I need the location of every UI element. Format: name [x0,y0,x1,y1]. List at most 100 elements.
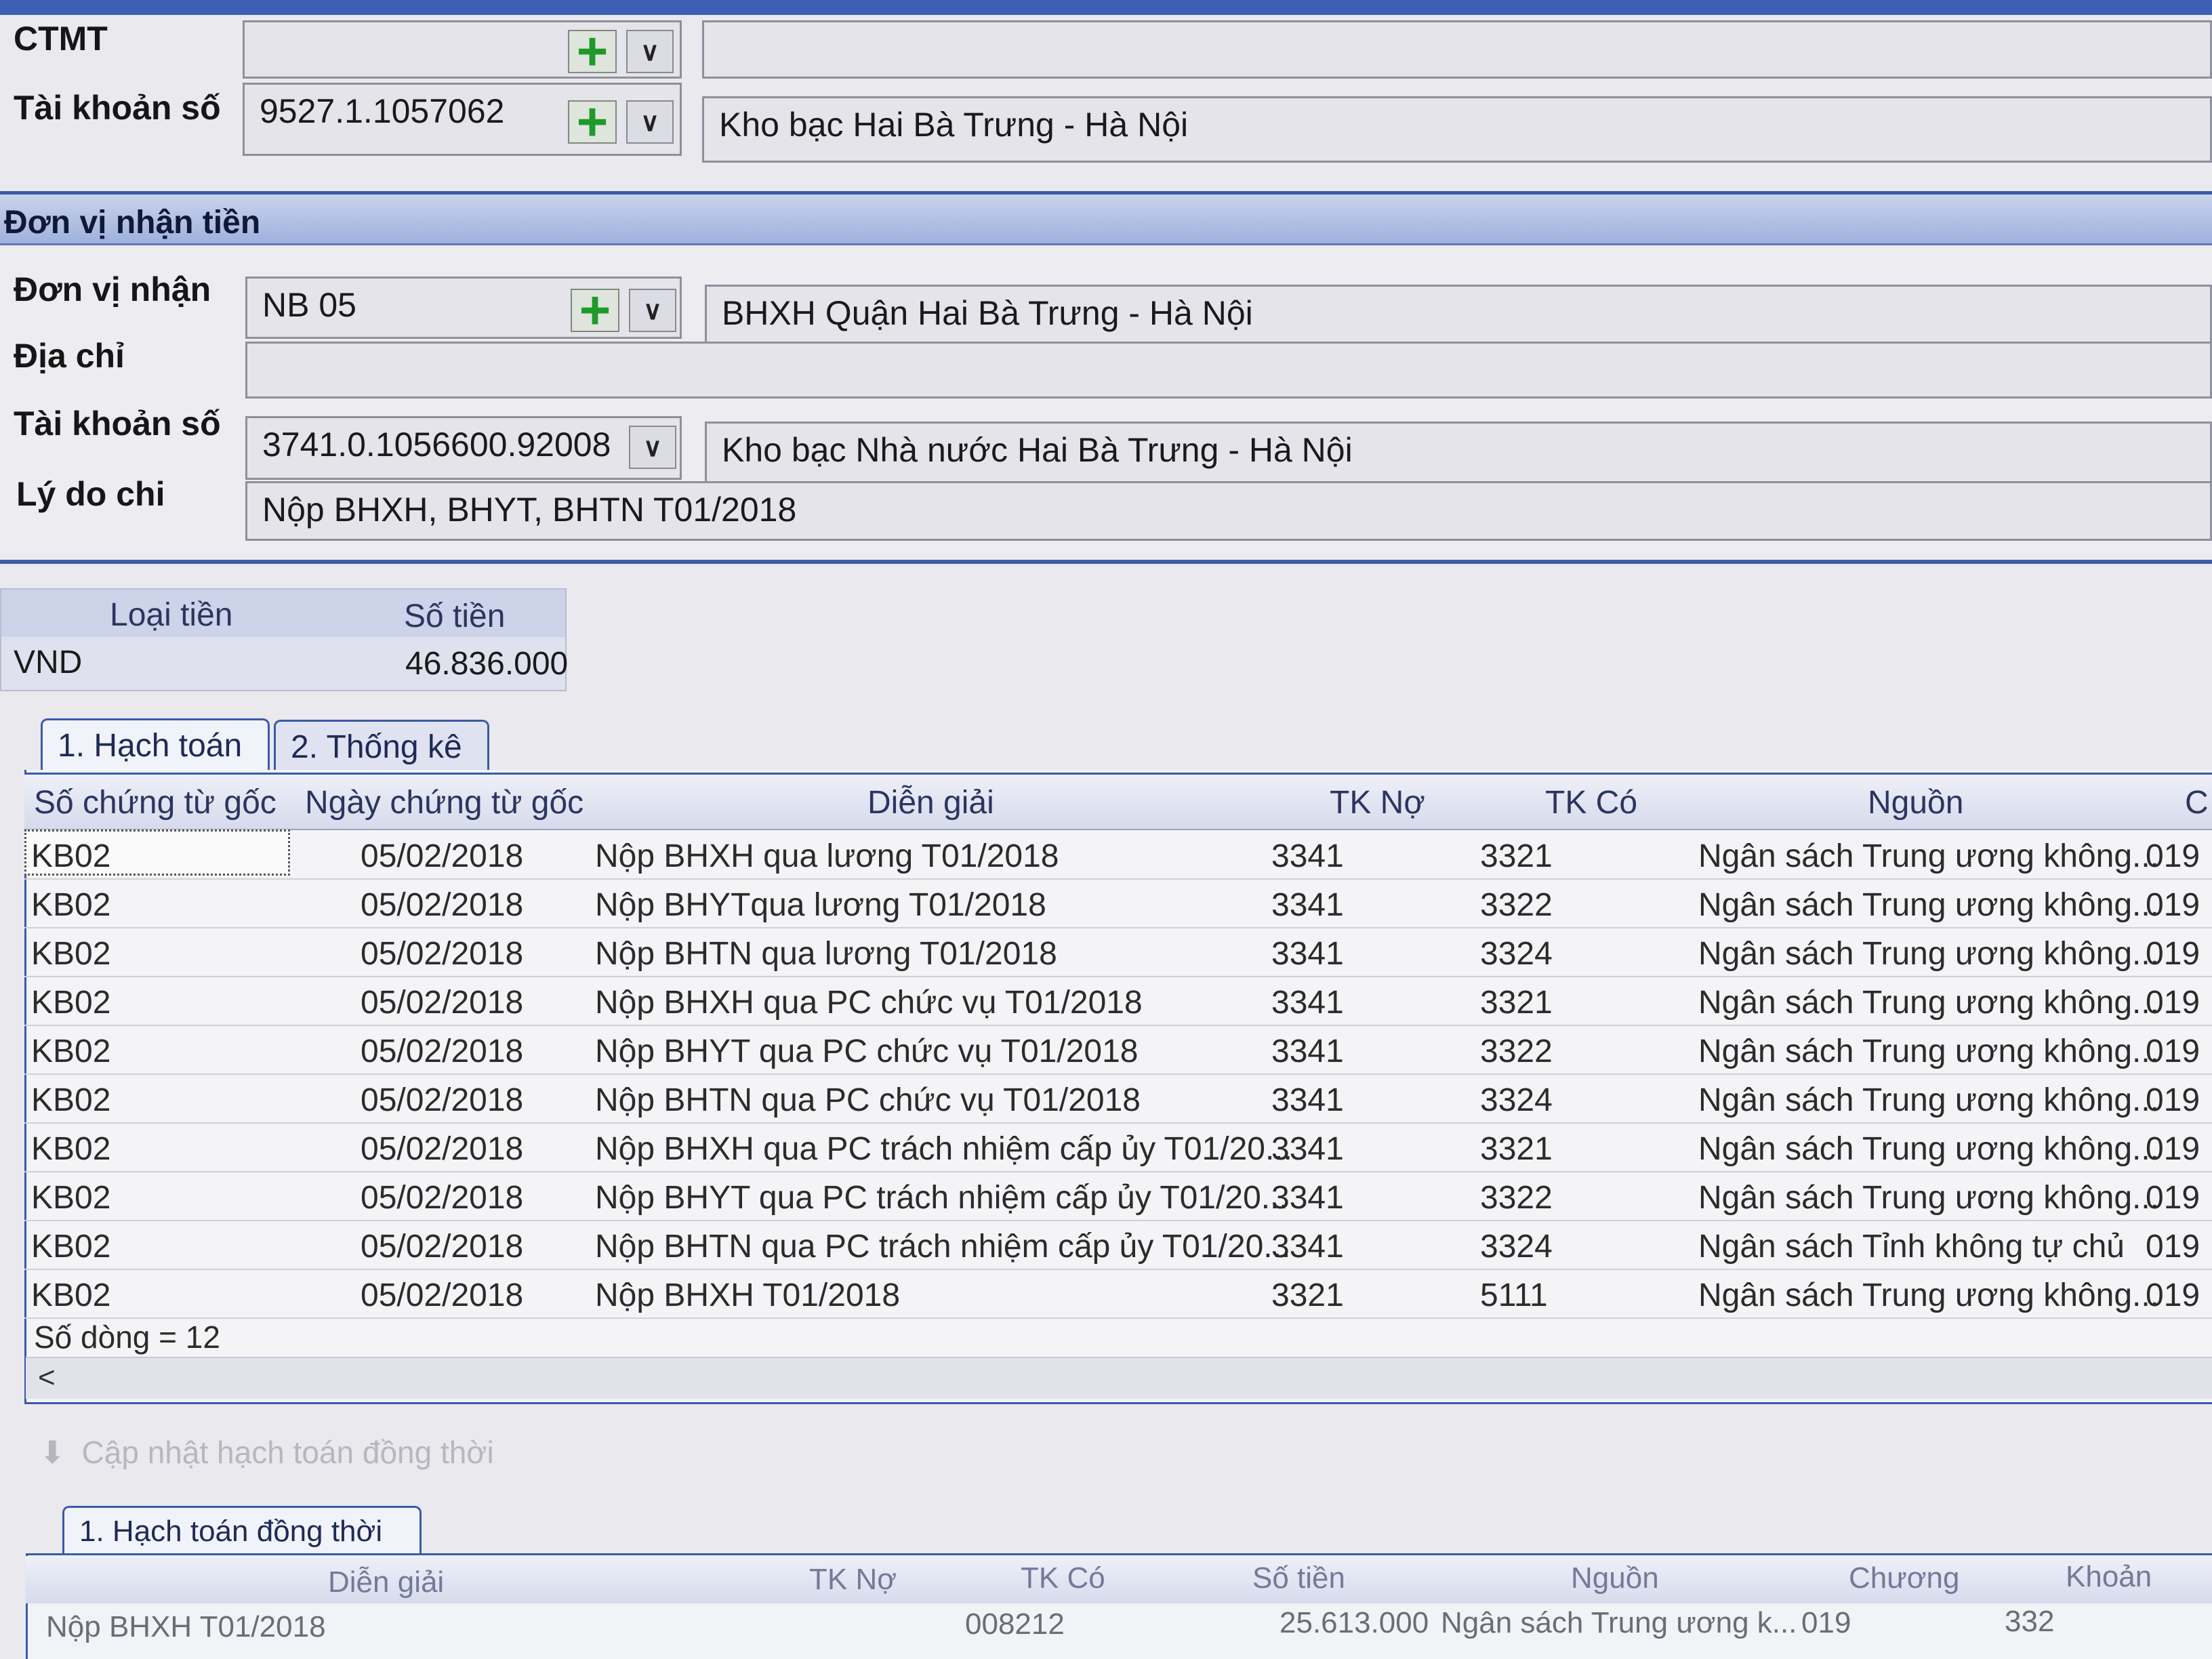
chevron-down-icon: ∨ [640,37,659,66]
currency-type-cell[interactable]: VND [14,644,82,681]
unit-add-button[interactable]: + [571,283,619,337]
account-label: Tài khoản số [14,89,221,127]
unit-name-field: BHXH Quận Hai Bà Trưng - Hà Nội [705,285,2212,350]
recipient-account-field[interactable]: 3741.0.1056600.92008 [245,416,682,480]
plus-icon: + [579,280,611,340]
table-row[interactable]: KB02 05/02/2018 Nộp BHTN qua lương T01/201… [24,927,2212,977]
concurrent-grid-header: Diễn giải TK Nợ TK Có Số tiền Nguồn Chươ… [26,1556,2212,1603]
cell-tk-no: 3341 [1271,1229,1344,1265]
ctmt-add-button[interactable]: + [568,24,617,79]
cell-nguon: Ngân sách Trung ương không... [1698,985,2160,1021]
plus-icon: + [576,91,609,152]
cell-dien-giai: Nộp BHYT qua PC trách nhiệm cấp ủy T01/2… [595,1180,1288,1216]
cell-tk-no: 3321 [1271,1277,1344,1313]
ctmt-dropdown-button[interactable]: ∨ [626,30,674,73]
sub-cell-tk-co: 008212 [965,1607,1065,1641]
table-row[interactable]: KB02 05/02/2018 Nộp BHYT qua PC chức vụ T0… [24,1025,2212,1075]
address-field[interactable] [245,342,2212,398]
chevron-down-icon: ∨ [643,296,662,325]
cell-so-chung-tu: KB02 [31,838,111,874]
tab-hach-toan[interactable]: 1. Hạch toán [41,718,270,770]
cell-tk-co: 3324 [1480,1229,1553,1265]
arrow-down-icon: ⬇ [39,1435,66,1470]
account-dropdown-button[interactable]: ∨ [626,100,674,144]
cell-c: 019 [2146,1277,2200,1313]
cell-tk-co: 3322 [1480,1033,1553,1069]
sub-col-khoan[interactable]: Khoản [2066,1560,2152,1594]
table-row[interactable]: KB02 05/02/2018 Nộp BHXH qua lương T01/201… [24,830,2212,880]
cell-dien-giai: Nộp BHXH qua lương T01/2018 [595,838,1059,874]
table-row[interactable]: KB02 05/02/2018 Nộp BHTN qua PC chức vụ T0… [24,1073,2212,1124]
sub-col-nguon[interactable]: Nguồn [1571,1561,1659,1595]
account-add-button[interactable]: + [568,95,617,149]
sub-cell-dien-giai: Nộp BHXH T01/2018 [46,1610,326,1643]
cell-tk-co: 3321 [1480,838,1553,874]
table-row[interactable]: KB02 05/02/2018 Nộp BHXH qua PC trách nhiệ… [24,1122,2212,1172]
concurrent-grid-row[interactable]: Nộp BHXH T01/2018 008212 25.613.000 Ngân… [26,1603,2212,1651]
cell-ngay-chung-tu: 05/02/2018 [361,1277,524,1313]
ctmt-description-field[interactable] [702,20,2212,79]
col-tk-co[interactable]: TK Có [1545,784,1637,821]
reason-field[interactable]: Nộp BHXH, BHYT, BHTN T01/2018 [245,481,2212,541]
cell-tk-co: 3324 [1480,936,1553,972]
table-row[interactable]: KB02 05/02/2018 Nộp BHXH qua PC chức vụ T0… [24,976,2212,1026]
currency-grid: Loại tiền Số tiền VND 46.836.000 [0,588,568,691]
sub-col-tk-co[interactable]: TK Có [1021,1561,1105,1595]
table-row[interactable]: KB02 05/02/2018 Nộp BHTN qua PC trách nhiệ… [24,1220,2212,1270]
table-row[interactable]: KB02 05/02/2018 Nộp BHXH T01/2018 3321 5111 N… [24,1269,2212,1319]
recipient-account-dropdown-button[interactable]: ∨ [629,426,676,469]
cell-ngay-chung-tu: 05/02/2018 [361,1033,524,1069]
cell-so-chung-tu: KB02 [31,1180,111,1216]
cell-tk-no: 3341 [1271,838,1344,874]
plus-icon: + [576,21,609,81]
cell-c: 019 [2146,1033,2200,1069]
scroll-left-arrow[interactable]: < [38,1361,56,1395]
cell-c: 019 [2146,1180,2200,1216]
sub-col-dien-giai[interactable]: Diễn giải [328,1565,444,1599]
cell-c: 019 [2146,1131,2200,1167]
cell-dien-giai: Nộp BHTN qua lương T01/2018 [595,936,1057,972]
sub-cell-khoan: 332 [2005,1605,2055,1638]
cell-c: 019 [2146,838,2200,874]
window-top-strip [0,0,2212,15]
cell-tk-no: 3341 [1271,1033,1344,1069]
col-nguon[interactable]: Nguồn [1868,784,1963,821]
cell-ngay-chung-tu: 05/02/2018 [361,1131,524,1167]
col-ngay-chung-tu[interactable]: Ngày chứng từ gốc [305,784,583,821]
cell-nguon: Ngân sách Trung ương không... [1698,936,2160,972]
reason-label: Lý do chi [16,475,165,513]
cell-c: 019 [2146,936,2200,972]
table-row[interactable]: KB02 05/02/2018 Nộp BHYTqua lương T01/2018… [24,878,2212,928]
sub-cell-chuong: 019 [1801,1606,1851,1639]
sub-col-tk-no[interactable]: TK Nợ [809,1563,897,1597]
address-label: Địa chỉ [14,337,125,375]
currency-amount-cell[interactable]: 46.836.000 [405,645,568,682]
cell-so-chung-tu: KB02 [31,936,111,972]
cell-c: 019 [2146,887,2200,923]
currency-col-amount: Số tiền [404,598,506,634]
table-row[interactable]: KB02 05/02/2018 Nộp BHYT qua PC trách nhiệ… [24,1171,2212,1221]
update-concurrent-button[interactable]: ⬇ Cập nhật hạch toán đồng thời [39,1434,494,1471]
col-dien-giai[interactable]: Diễn giải [867,784,994,821]
col-c[interactable]: C [2185,784,2209,821]
sub-col-so-tien[interactable]: Số tiền [1252,1561,1345,1595]
entries-grid-header: Số chứng từ gốc Ngày chứng từ gốc Diễn g… [24,773,2212,830]
col-tk-no[interactable]: TK Nợ [1330,784,1425,821]
cell-tk-co: 3321 [1480,1131,1553,1167]
sub-col-chuong[interactable]: Chương [1849,1561,1960,1595]
cell-so-chung-tu: KB02 [31,1033,111,1069]
chevron-down-icon: ∨ [640,108,659,137]
section-divider [0,560,2212,564]
col-so-chung-tu[interactable]: Số chứng từ gốc [34,784,276,821]
unit-dropdown-button[interactable]: ∨ [629,289,676,332]
tab-hach-toan-dong-thoi[interactable]: 1. Hạch toán đồng thời [62,1506,422,1555]
cell-so-chung-tu: KB02 [31,1229,111,1265]
tab-thong-ke[interactable]: 2. Thống kê [274,720,489,771]
cell-tk-no: 3341 [1271,936,1344,972]
cell-tk-no: 3341 [1271,887,1344,923]
cell-nguon: Ngân sách Trung ương không... [1698,838,2160,874]
horizontal-scrollbar[interactable]: < [26,1357,2212,1399]
cell-c: 019 [2146,985,2200,1021]
cell-ngay-chung-tu: 05/02/2018 [361,1180,524,1216]
cell-dien-giai: Nộp BHTN qua PC trách nhiệm cấp ủy T01/2… [595,1229,1291,1265]
